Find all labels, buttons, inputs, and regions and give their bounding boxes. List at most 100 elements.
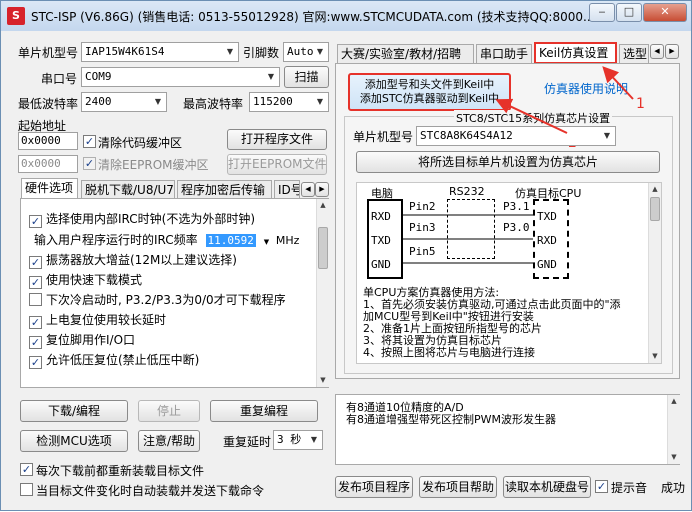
repeat-delay-value: 3 秒 xyxy=(277,433,302,446)
max-baud-label: 最高波特率 xyxy=(183,97,244,111)
tab-serial-assistant[interactable]: 串口助手 xyxy=(476,44,532,64)
mcu-type-select[interactable]: IAP15W4K61S4 ▼ xyxy=(81,42,239,62)
chevron-down-icon: ▼ xyxy=(316,47,324,56)
option-checkbox[interactable]: ✓ xyxy=(29,356,42,369)
tab-keil-emulation[interactable]: Keil仿真设置 xyxy=(534,42,617,64)
scroll-up-icon[interactable]: ▲ xyxy=(317,199,329,212)
download-program-button[interactable]: 下载/编程 xyxy=(20,400,128,422)
read-disk-id-button[interactable]: 读取本机硬盘号 xyxy=(503,476,591,498)
irc-frequency-row: 输入用户程序运行时的IRC频率 11.0592 ▼ MHz xyxy=(34,231,299,248)
emulator-manual-link[interactable]: 仿真器使用说明 xyxy=(544,80,628,97)
pin-count-label: 引脚数 xyxy=(243,46,280,60)
tab-hardware-options[interactable]: 硬件选项 xyxy=(21,178,78,198)
chip-type-value: STC8A8K64S4A12 xyxy=(420,129,513,142)
scroll-down-icon[interactable]: ▼ xyxy=(649,350,661,363)
clear-code-label: 清除代码缓冲区 xyxy=(98,136,183,150)
scroll-thumb[interactable] xyxy=(318,227,328,269)
stop-button[interactable]: 停止 xyxy=(138,400,200,422)
open-eeprom-button[interactable]: 打开EEPROM文件 xyxy=(227,154,327,175)
option-label: 振荡器放大增益(12M以上建议选择) xyxy=(46,253,237,267)
reload-file-checkbox[interactable]: ✓ xyxy=(20,463,33,476)
tab-scroll-left-button[interactable]: ◀ xyxy=(650,44,664,59)
publish-program-button[interactable]: 发布项目程序 xyxy=(335,476,413,498)
app-icon: S xyxy=(7,7,25,25)
option-row[interactable]: ✓ 复位脚用作I/O口 xyxy=(29,331,135,349)
minimize-button[interactable]: ‒ xyxy=(589,3,615,22)
auto-send-checkbox[interactable] xyxy=(20,483,33,496)
option-checkbox[interactable]: ✓ xyxy=(29,336,42,349)
help-button[interactable]: 注意/帮助 xyxy=(138,430,200,452)
chevron-down-icon: ▼ xyxy=(310,435,318,444)
option-label: 允许低压复位(禁止低压中断) xyxy=(46,353,200,367)
code-address-input[interactable]: 0x0000 xyxy=(18,132,78,150)
option-row[interactable]: 下次冷启动时, P3.2/P3.3为0/0才可下载程序 xyxy=(29,291,286,308)
option-checkbox[interactable]: ✓ xyxy=(29,276,42,289)
check-mcu-button[interactable]: 检测MCU选项 xyxy=(20,430,128,452)
scroll-down-icon[interactable]: ▼ xyxy=(317,374,329,387)
tab-scroll-right-button[interactable]: ▶ xyxy=(315,182,329,197)
diagram-wires xyxy=(403,214,533,264)
scroll-up-icon[interactable]: ▲ xyxy=(649,183,661,196)
group-title: STC8/STC15系列仿真芯片设置 xyxy=(454,110,613,126)
irc-frequency-input[interactable]: 11.0592 xyxy=(205,234,256,247)
scroll-thumb[interactable] xyxy=(650,197,660,221)
option-label: 使用快速下载模式 xyxy=(46,273,143,287)
close-button[interactable]: ✕ xyxy=(643,3,687,22)
tab-encrypted-transfer[interactable]: 程序加密后传输 xyxy=(177,180,272,200)
beep-checkbox[interactable]: ✓ xyxy=(595,480,608,493)
tab-selection[interactable]: 选型 xyxy=(619,44,649,64)
option-row[interactable]: ✓ 选择使用内部IRC时钟(不选为外部时钟) xyxy=(29,210,255,228)
title-bar: S STC-ISP (V6.86G) (销售电话: 0513-55012928)… xyxy=(1,1,691,31)
scroll-up-icon[interactable]: ▲ xyxy=(668,395,680,408)
scan-button[interactable]: 扫描 xyxy=(284,66,329,88)
open-program-button[interactable]: 打开程序文件 xyxy=(227,129,327,150)
repeat-delay-select[interactable]: 3 秒 ▼ xyxy=(273,430,323,450)
tab-scroll-right-button[interactable]: ▶ xyxy=(665,44,679,59)
instruction-line: 4、按照上图将芯片与电脑进行连接 xyxy=(363,346,535,359)
option-label: 下次冷启动时, P3.2/P3.3为0/0才可下载程序 xyxy=(46,293,286,307)
option-row[interactable]: ✓ 使用快速下载模式 xyxy=(29,271,142,289)
diagram-scrollbar[interactable]: ▲ ▼ xyxy=(648,183,661,363)
eeprom-address-input[interactable]: 0x0000 xyxy=(18,155,78,173)
option-checkbox[interactable] xyxy=(29,293,42,306)
clear-eeprom-checkbox[interactable]: ✓ xyxy=(83,157,96,170)
irc-frequency-label: 输入用户程序运行时的IRC频率 xyxy=(34,233,198,247)
chevron-down-icon[interactable]: ▼ xyxy=(264,238,269,246)
option-row[interactable]: ✓ 上电复位使用较长延时 xyxy=(29,311,166,329)
chevron-down-icon: ▼ xyxy=(316,97,324,106)
serial-port-select[interactable]: COM9 ▼ xyxy=(81,67,280,87)
max-baud-value: 115200 xyxy=(253,95,293,108)
tab-id[interactable]: ID号 xyxy=(274,180,300,200)
option-checkbox[interactable]: ✓ xyxy=(29,316,42,329)
reload-file-label: 每次下载前都重新装载目标文件 xyxy=(36,464,205,478)
min-baud-select[interactable]: 2400 ▼ xyxy=(81,92,167,112)
auto-send-label: 当目标文件变化时自动装载并发送下载命令 xyxy=(36,484,265,498)
option-checkbox[interactable]: ✓ xyxy=(29,215,42,228)
add-keil-line2: 添加STC仿真器驱动到Keil中 xyxy=(359,92,500,105)
info-box: 有8通道10位精度的A/D 有8通道增强型带死区控制PWM波形发生器 ▲ ▼ xyxy=(335,394,680,465)
scroll-down-icon[interactable]: ▼ xyxy=(668,451,680,464)
chevron-down-icon: ▼ xyxy=(603,131,611,140)
instructions: 单CPU方案仿真器使用方法: 1、首先必须安装仿真驱动,可通过点击此页面中的"添… xyxy=(363,287,621,359)
option-checkbox[interactable]: ✓ xyxy=(29,256,42,269)
option-label: 上电复位使用较长延时 xyxy=(46,313,167,327)
tab-scroll-left-button[interactable]: ◀ xyxy=(301,182,315,197)
clear-code-checkbox[interactable]: ✓ xyxy=(83,135,96,148)
tab-competition[interactable]: 大赛/实验室/教材/招聘 xyxy=(337,44,474,64)
publish-help-button[interactable]: 发布项目帮助 xyxy=(419,476,497,498)
tab-offline-download[interactable]: 脱机下载/U8/U7 xyxy=(81,180,175,200)
chip-type-select[interactable]: STC8A8K64S4A12 ▼ xyxy=(416,126,616,146)
set-emulation-chip-button[interactable]: 将所选目标单片机设置为仿真芯片 xyxy=(356,151,660,173)
option-row[interactable]: ✓ 允许低压复位(禁止低压中断) xyxy=(29,351,199,369)
options-scrollbar[interactable]: ▲ ▼ xyxy=(316,199,329,387)
option-row[interactable]: ✓ 振荡器放大增益(12M以上建议选择) xyxy=(29,251,237,269)
max-baud-select[interactable]: 115200 ▼ xyxy=(249,92,329,112)
add-keil-button[interactable]: 添加型号和头文件到Keil中 添加STC仿真器驱动到Keil中 xyxy=(348,73,511,111)
maximize-button[interactable]: □ xyxy=(616,3,642,22)
connection-diagram: 电脑 RS232 仿真目标CPU RXD TXD GND Pin2 Pin3 P… xyxy=(356,182,662,364)
mcu-type-value: IAP15W4K61S4 xyxy=(85,45,165,58)
keil-settings-panel: 添加型号和头文件到Keil中 添加STC仿真器驱动到Keil中 仿真器使用说明 … xyxy=(335,63,680,379)
info-scrollbar[interactable]: ▲ ▼ xyxy=(667,395,680,464)
pin-count-select[interactable]: Auto ▼ xyxy=(283,42,329,62)
repeat-program-button[interactable]: 重复编程 xyxy=(210,400,318,422)
